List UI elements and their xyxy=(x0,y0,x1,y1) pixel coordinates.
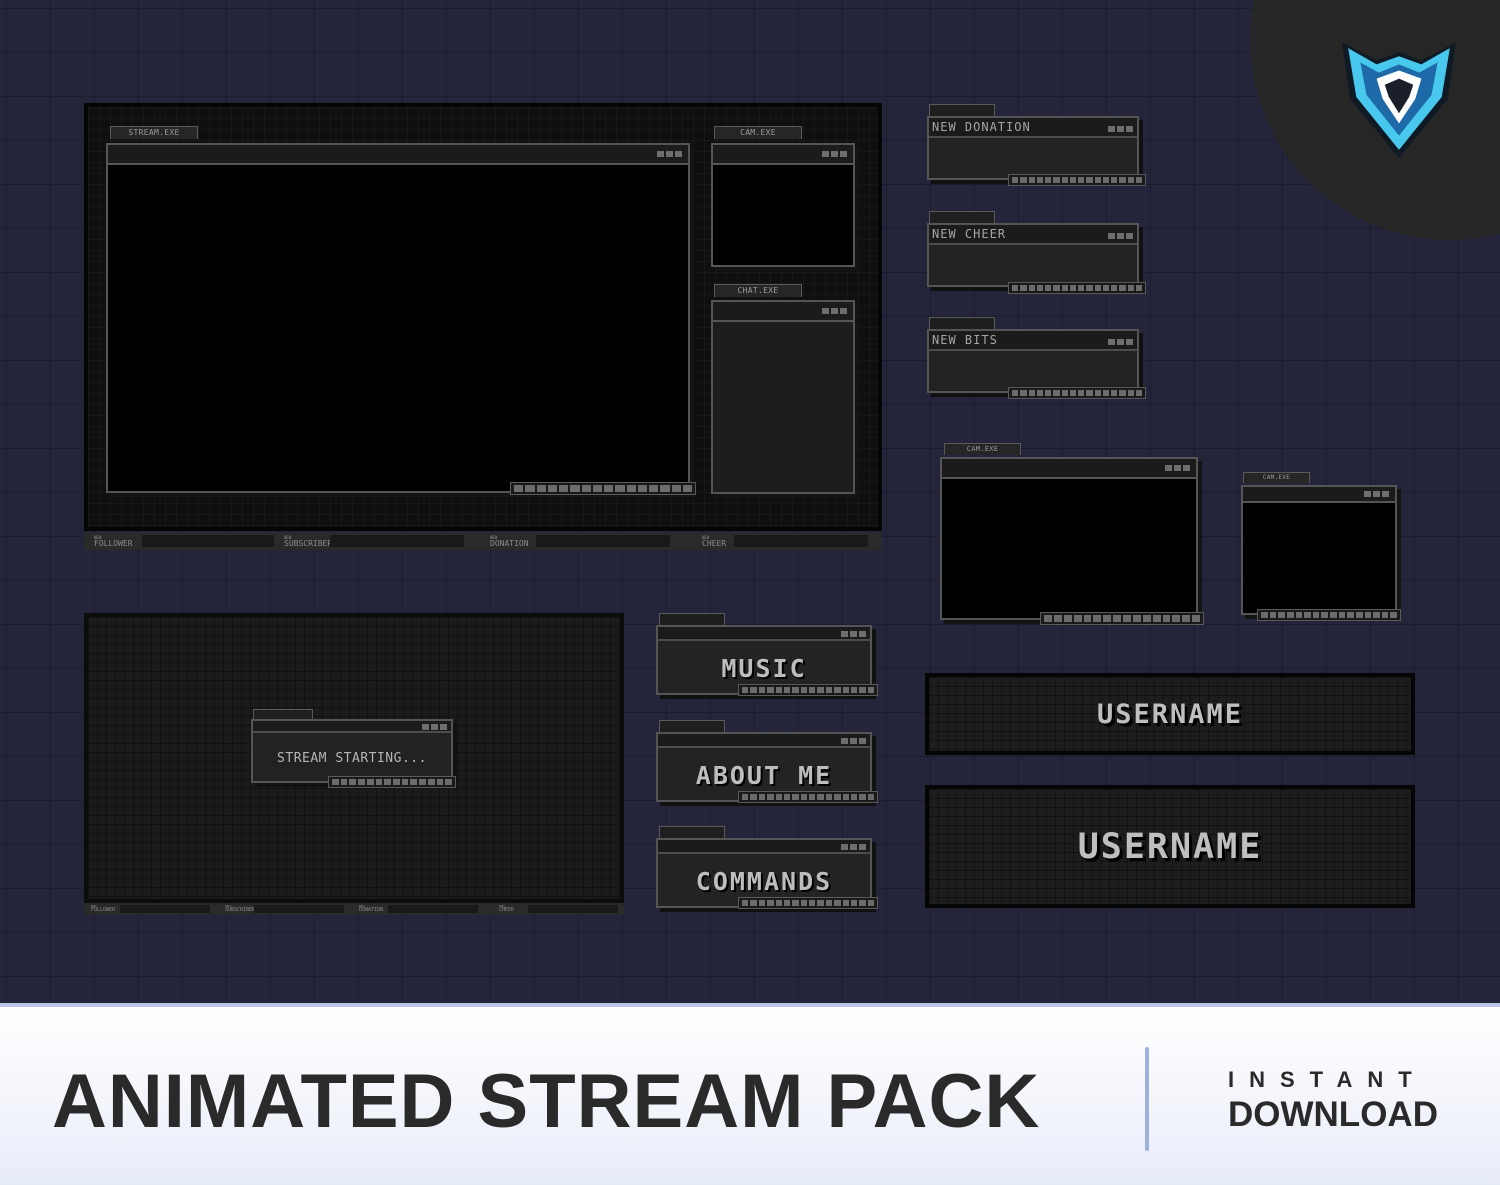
preview-stage: STREAM.EXE CAM.EXE CHAT.EXE NEW FOLLOWER … xyxy=(0,0,1500,1003)
stream-titlebar xyxy=(108,145,688,165)
alert-cheer: NEW CHEER xyxy=(492,903,624,915)
alert-title: NEW DONATION xyxy=(929,118,1137,138)
window-dots-icon xyxy=(841,844,866,850)
alert-subscriber: NEW SUBSCRIBER xyxy=(218,903,352,915)
banner-instant: INSTANT xyxy=(1228,1067,1427,1092)
commands-tab xyxy=(659,826,725,838)
webcam-large xyxy=(940,457,1198,620)
username-box-large: USERNAME xyxy=(925,785,1415,908)
starting-alert-bar: NEW FOLLOWER NEW SUBSCRIBER NEW DONATION NE… xyxy=(84,903,624,915)
window-dots-icon xyxy=(422,724,447,730)
new-bits-alert: NEW BITS xyxy=(927,329,1139,393)
stream-progress-bar xyxy=(510,482,696,495)
alert-donation: NEW DONATION xyxy=(352,903,492,915)
window-dots-icon xyxy=(1165,465,1190,471)
webcam-large-tab: CAM.EXE xyxy=(944,443,1021,455)
shield-v-logo-icon xyxy=(1342,42,1456,158)
banner: ANIMATED STREAM PACK INSTANT DOWNLOAD xyxy=(0,1003,1500,1185)
chat-titlebar xyxy=(713,302,853,322)
webcam-titlebar xyxy=(942,459,1196,479)
window-dots-icon xyxy=(822,308,847,314)
webcam-small xyxy=(1241,485,1397,615)
commands-progress-bar xyxy=(738,897,878,909)
cam-titlebar xyxy=(713,145,853,165)
webcam-small-tab: CAM.EXE xyxy=(1243,472,1310,483)
alert-cheer: NEW CHEER xyxy=(692,532,878,550)
cam-window xyxy=(711,143,855,267)
webcam-large-progress-bar xyxy=(1040,612,1204,625)
alert-donation: NEW DONATION xyxy=(480,532,692,550)
starting-progress-bar xyxy=(328,776,456,788)
starting-tab xyxy=(253,709,313,719)
stream-window xyxy=(106,143,690,493)
webcam-small-progress-bar xyxy=(1257,609,1401,621)
window-dots-icon xyxy=(1364,491,1389,497)
starting-screen: STREAM STARTING... xyxy=(84,613,624,903)
stream-tab: STREAM.EXE xyxy=(110,126,198,139)
webcam-titlebar xyxy=(1243,487,1395,503)
window-dots-icon xyxy=(822,151,847,157)
overlay-alert-bar: NEW FOLLOWER NEW SUBSCRIBER NEW DONATION NE… xyxy=(84,532,882,550)
window-dots-icon xyxy=(841,631,866,637)
starting-window: STREAM STARTING... xyxy=(251,719,453,783)
window-dots-icon xyxy=(1108,339,1133,345)
alert-title: NEW CHEER xyxy=(929,225,1137,245)
chat-window xyxy=(711,300,855,494)
new-donation-alert: NEW DONATION xyxy=(927,116,1139,180)
cam-tab: CAM.EXE xyxy=(714,126,802,139)
banner-download: DOWNLOAD xyxy=(1228,1095,1438,1134)
alert-follower: NEW FOLLOWER xyxy=(84,903,218,915)
music-tab xyxy=(659,613,725,625)
window-dots-icon xyxy=(841,738,866,744)
cheer-progress-bar xyxy=(1008,282,1146,294)
music-progress-bar xyxy=(738,684,878,696)
banner-title: ANIMATED STREAM PACK xyxy=(52,1059,1041,1144)
new-cheer-alert: NEW CHEER xyxy=(927,223,1139,287)
alert-follower: NEW FOLLOWER xyxy=(84,532,274,550)
window-dots-icon xyxy=(1108,233,1133,239)
window-dots-icon xyxy=(657,151,682,157)
alert-title: NEW BITS xyxy=(929,331,1137,351)
username-box-small: USERNAME xyxy=(925,673,1415,755)
about-tab xyxy=(659,720,725,732)
window-dots-icon xyxy=(1108,126,1133,132)
donation-progress-bar xyxy=(1008,174,1146,186)
banner-divider xyxy=(1145,1047,1149,1151)
starting-label: STREAM STARTING... xyxy=(277,750,427,766)
bits-progress-bar xyxy=(1008,387,1146,399)
alert-subscriber: NEW SUBSCRIBER xyxy=(274,532,480,550)
about-progress-bar xyxy=(738,791,878,803)
chat-tab: CHAT.EXE xyxy=(714,284,802,297)
